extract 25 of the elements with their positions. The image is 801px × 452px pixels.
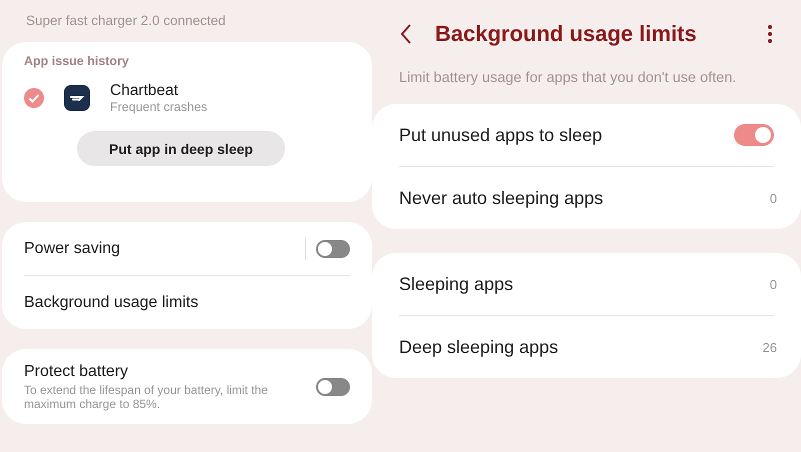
setting-label: Never auto sleeping apps [399,188,604,208]
page-description: Limit battery usage for apps that you don't use often. [398,69,738,88]
setting-label: Power saving [24,240,122,258]
setting-label: Protect battery [24,362,130,380]
back-icon[interactable] [399,23,413,45]
deep-sleep-button[interactable]: Put app in deep sleep [77,131,285,166]
app-name: Chartbeat [110,82,180,100]
toggle-switch[interactable] [734,124,774,146]
setting-label: Deep sleeping apps [399,336,560,358]
count-label: 26 [762,340,777,354]
setting-description: To extend the lifespan of your battery, limit the maximum charge to 85%. [24,382,269,410]
count-label: 0 [770,190,777,206]
setting-label: Put unused apps to sleep [399,124,604,146]
page-title: Background usage limits [435,21,698,47]
setting-label: Sleeping apps [399,274,514,294]
checkbox[interactable] [24,88,44,108]
toggle-switch[interactable] [316,378,350,396]
charger-status: Super fast charger 2.0 connected [25,12,227,30]
app-icon [64,85,90,111]
app-status: Frequent crashes [110,100,208,114]
more-options-icon[interactable] [767,24,773,44]
section-header: App issue history [23,54,129,68]
setting-label: Background usage limits [24,294,200,312]
toggle-switch[interactable] [316,240,350,258]
count-label: 0 [770,276,777,292]
